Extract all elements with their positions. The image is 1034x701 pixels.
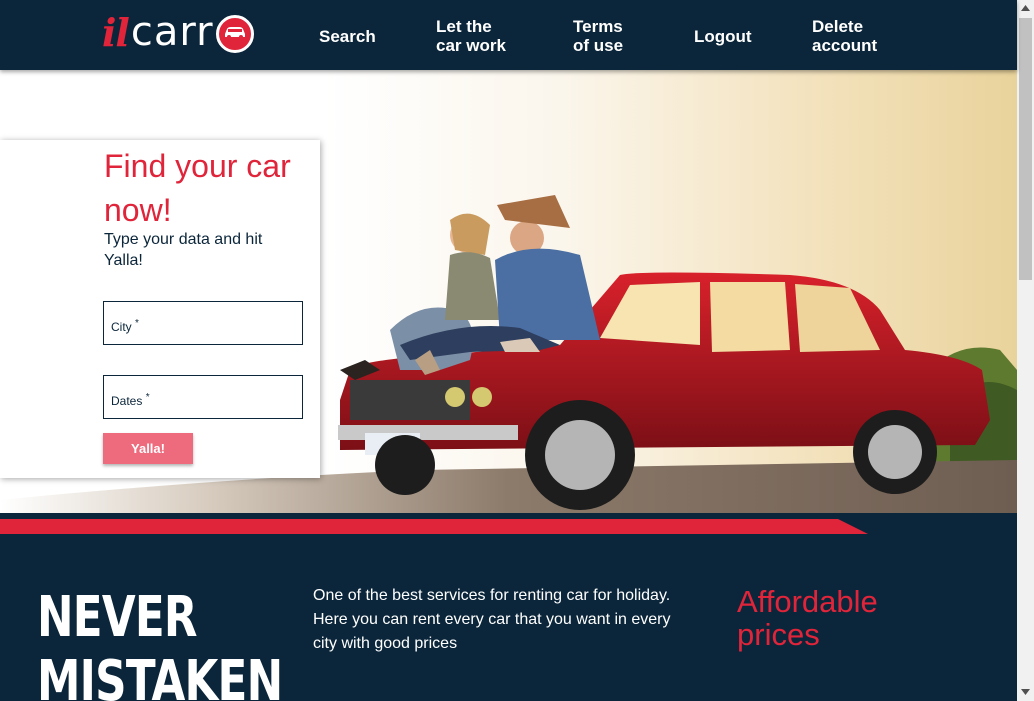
affordable-prices-title: Affordable prices [737,584,878,652]
search-card-subtitle: Type your data and hit Yalla! [104,231,263,269]
never-mistaken-headline: NEVER MISTAKEN [37,585,283,701]
nav-delete-line2: account [812,36,878,55]
nav-search[interactable]: Search [319,27,376,46]
headline-line1: NEVER [37,585,198,650]
headline-line2: MISTAKEN [37,649,283,701]
city-label: City * [111,318,139,334]
promo-section: NEVER MISTAKEN One of the best services … [0,513,1017,701]
city-input[interactable]: City * [103,301,303,345]
ilcarro-logo[interactable]: il carr [102,9,254,55]
nav-terms-line1: Terms [573,17,623,36]
logo-text: carr [130,9,214,55]
nav-terms-of-use[interactable]: Terms of use [573,17,623,55]
scroll-up-arrow-icon[interactable] [1021,5,1030,11]
nav-let-the-car-work-line2: car work [436,36,506,55]
red-stripe-divider [0,519,868,534]
city-label-text: City [111,320,132,334]
scroll-down-arrow-icon[interactable] [1021,689,1030,695]
top-navbar: il carr Search Let the car work Terms of… [0,0,1017,70]
logo-car-icon [215,15,254,53]
nav-let-the-car-work-line1: Let the [436,17,492,36]
nav-logout-label: Logout [694,27,752,46]
dates-label-text: Dates [111,394,143,408]
nav-let-the-car-work[interactable]: Let the car work [436,17,506,55]
dates-label: Dates * [111,392,150,408]
city-required-mark: * [135,318,139,329]
dates-required-mark: * [145,392,150,403]
service-description: One of the best services for renting car… [313,587,671,652]
search-card-title: Find your car now! [104,148,291,228]
dates-input[interactable]: Dates * [103,375,303,419]
nav-terms-line2: of use [573,36,624,55]
yalla-button[interactable]: Yalla! [103,433,193,464]
nav-search-label: Search [319,27,376,46]
logo-prefix: il [102,9,130,55]
nav-delete-account[interactable]: Delete account [812,17,877,55]
nav-logout[interactable]: Logout [694,27,752,46]
scrollbar-thumb[interactable] [1019,18,1032,280]
nav-delete-line1: Delete [812,17,864,36]
vertical-scrollbar[interactable] [1017,0,1034,701]
